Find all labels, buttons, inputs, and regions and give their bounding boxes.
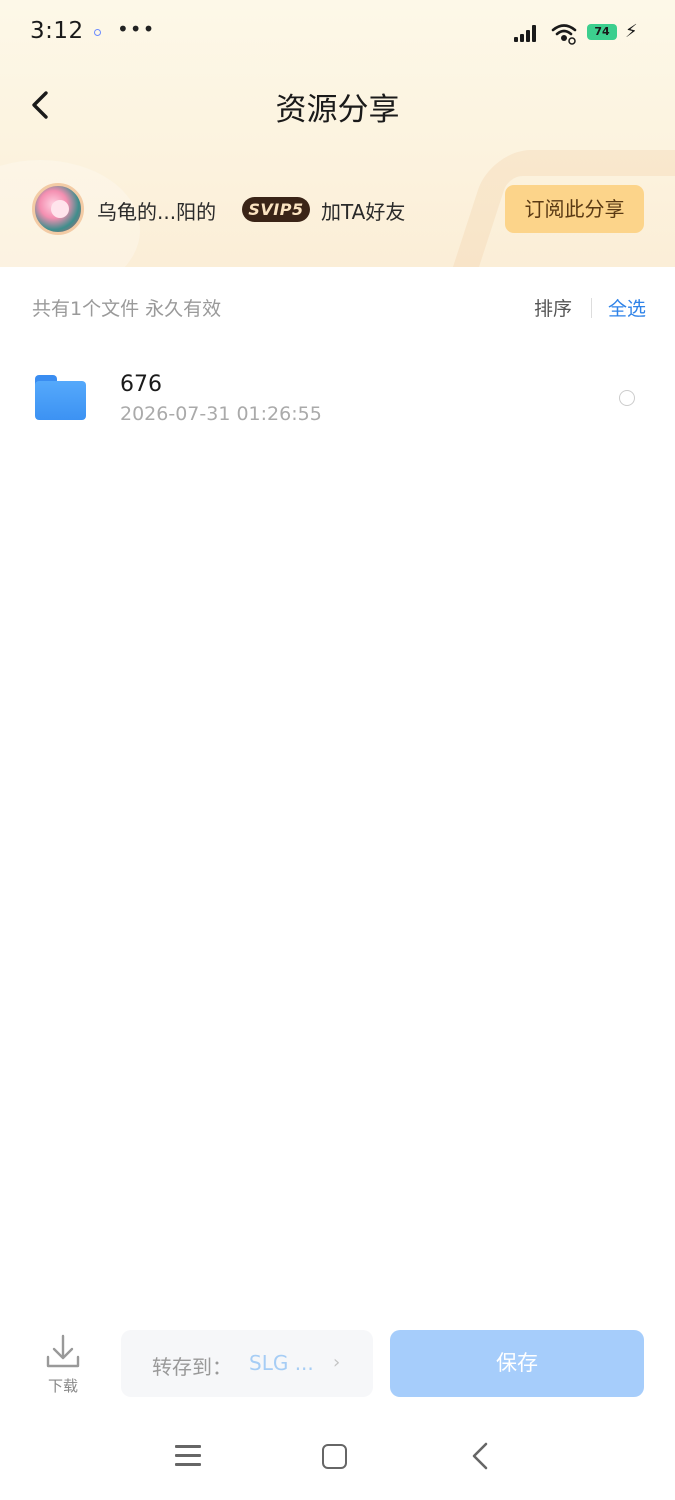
folder-icon [35, 375, 86, 420]
menu-icon[interactable] [175, 1444, 201, 1468]
transfer-target: SLG ... [249, 1351, 314, 1375]
back-icon[interactable] [470, 1441, 490, 1471]
list-item[interactable]: 676 2026-07-31 01:26:55 [0, 355, 675, 441]
more-notifications-icon: ••• [117, 17, 156, 41]
select-checkbox[interactable] [619, 390, 635, 406]
sort-button[interactable]: 排序 [534, 294, 572, 321]
transfer-label: 转存到： [152, 1355, 232, 1379]
charging-icon: ⚡ [625, 21, 638, 42]
add-friend-button[interactable]: 加TA好友 [321, 196, 405, 225]
file-date: 2026-07-31 01:26:55 [120, 403, 322, 425]
avatar[interactable] [32, 183, 84, 235]
sharer-name[interactable]: 乌龟的...阳的 [97, 196, 216, 225]
download-button[interactable]: 下载 [40, 1333, 86, 1395]
file-summary: 共有1个文件 永久有效 [32, 298, 222, 320]
notification-dot-icon [94, 29, 101, 36]
subscribe-button[interactable]: 订阅此分享 [505, 185, 644, 233]
divider [591, 298, 592, 318]
save-button[interactable]: 保存 [390, 1330, 644, 1397]
select-all-button[interactable]: 全选 [608, 294, 646, 321]
chevron-right-icon: › [333, 1352, 341, 1373]
status-time: 3:12 [30, 18, 84, 44]
battery-icon: 74 [587, 24, 617, 40]
file-name: 676 [120, 372, 162, 397]
transfer-destination-selector[interactable]: 转存到： SLG ... › [121, 1330, 373, 1397]
wifi-icon [551, 24, 577, 45]
signal-icon [514, 24, 542, 42]
download-icon [46, 1334, 80, 1368]
svip-badge: SVIP5 [242, 197, 310, 222]
download-label: 下载 [47, 1377, 78, 1395]
page-title: 资源分享 [275, 92, 400, 128]
home-icon[interactable] [322, 1444, 347, 1469]
status-bar: 3:12 ••• 74 ⚡ [0, 0, 675, 64]
